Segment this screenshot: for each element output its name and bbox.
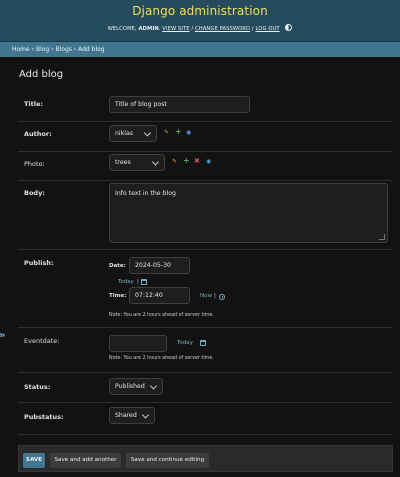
separator: / bbox=[251, 26, 254, 32]
pencil-icon[interactable]: ✎ bbox=[164, 129, 169, 136]
nav-sidebar-toggle[interactable]: » bbox=[0, 330, 5, 341]
status-select[interactable]: Published bbox=[109, 378, 163, 395]
resize-handle[interactable] bbox=[379, 234, 385, 240]
save-and-add-another-button[interactable]: Save and add another bbox=[50, 453, 121, 468]
eye-icon[interactable]: ◉ bbox=[186, 129, 191, 136]
eye-icon[interactable]: ◉ bbox=[206, 158, 211, 165]
log-out-link[interactable]: LOG OUT bbox=[255, 26, 279, 32]
clock-icon[interactable] bbox=[219, 294, 225, 300]
form-row-photo: Photo: trees ✎ + ✖ ◉ bbox=[18, 151, 393, 181]
user-tools: WELCOME, ADMIN. VIEW SITE / CHANGE PASSW… bbox=[0, 24, 400, 32]
status-label: Status: bbox=[24, 383, 51, 391]
submit-row: SAVE Save and add another Save and conti… bbox=[18, 445, 393, 472]
separator: / bbox=[191, 26, 194, 32]
body-textarea[interactable]: Info text in the blog bbox=[109, 183, 388, 243]
plus-icon[interactable]: + bbox=[183, 156, 190, 165]
cross-icon[interactable]: ✖ bbox=[194, 157, 200, 165]
welcome-text: WELCOME, bbox=[107, 26, 137, 32]
eventdate-help-text: Note: You are 2 hours ahead of server ti… bbox=[109, 356, 214, 361]
breadcrumb-separator: › bbox=[51, 46, 54, 53]
form-row-title: Title: Title of blog post bbox=[18, 87, 393, 122]
photo-select[interactable]: trees bbox=[109, 154, 165, 171]
separator: | bbox=[137, 279, 139, 285]
publish-help-text: Note: You are 2 hours ahead of server ti… bbox=[109, 313, 214, 318]
username: ADMIN bbox=[138, 26, 159, 32]
breadcrumb-separator: › bbox=[73, 46, 77, 53]
publish-time-input[interactable]: 07:12:40 bbox=[129, 287, 190, 304]
publish-date-input[interactable]: 2024-05-30 bbox=[129, 257, 190, 274]
today-link[interactable]: Today bbox=[118, 279, 134, 285]
eventdate-input[interactable] bbox=[109, 335, 167, 352]
form-row-publish: Publish: Date: 2024-05-30 Today | Time: … bbox=[18, 249, 393, 328]
now-link[interactable]: Now bbox=[200, 293, 212, 299]
breadcrumb-app[interactable]: Blog bbox=[36, 46, 49, 53]
title-input[interactable]: Title of blog post bbox=[109, 96, 250, 113]
calendar-icon[interactable] bbox=[200, 340, 206, 346]
photo-label: Photo: bbox=[24, 160, 45, 168]
save-and-continue-button[interactable]: Save and continue editing bbox=[126, 453, 209, 468]
form-row-pubstatus: Pubstatus: Shared bbox=[18, 402, 393, 435]
breadcrumb: Home › Blog › Blogs › Add blog bbox=[0, 42, 400, 57]
author-select[interactable]: niklas bbox=[109, 125, 157, 142]
breadcrumb-current: Add blog bbox=[78, 46, 105, 53]
eventdate-label: Eventdate: bbox=[24, 337, 60, 345]
plus-icon[interactable]: + bbox=[175, 127, 182, 136]
calendar-icon[interactable] bbox=[141, 279, 147, 285]
site-header: Django administration WELCOME, ADMIN. VI… bbox=[0, 0, 400, 42]
separator: | bbox=[214, 293, 216, 299]
form-row-status: Status: Published bbox=[18, 372, 393, 403]
pubstatus-label: Pubstatus: bbox=[24, 413, 64, 421]
theme-toggle-icon[interactable] bbox=[285, 24, 293, 31]
author-label: Author: bbox=[24, 130, 52, 138]
body-label: Body: bbox=[24, 189, 45, 197]
pencil-icon[interactable]: ✎ bbox=[172, 158, 177, 165]
save-button[interactable]: SAVE bbox=[23, 453, 45, 468]
publish-label: Publish: bbox=[24, 259, 54, 267]
pubstatus-select[interactable]: Shared bbox=[109, 407, 155, 424]
page-title: Add blog bbox=[19, 69, 64, 80]
today-link[interactable]: Today bbox=[177, 340, 193, 346]
breadcrumb-separator: › bbox=[31, 46, 35, 53]
time-label: Time: bbox=[109, 293, 127, 299]
title-label: Title: bbox=[24, 100, 44, 108]
site-title[interactable]: Django administration bbox=[0, 4, 400, 18]
breadcrumb-model[interactable]: Blogs bbox=[55, 46, 71, 53]
form-row-eventdate: Eventdate: Today Note: You are 2 hours a… bbox=[18, 327, 393, 373]
form-row-body: Body: Info text in the blog bbox=[18, 180, 393, 250]
body-text: Info text in the blog bbox=[115, 190, 176, 197]
form-row-author: Author: niklas ✎ + ◉ bbox=[18, 121, 393, 152]
view-site-link[interactable]: VIEW SITE bbox=[162, 26, 189, 32]
date-label: Date: bbox=[109, 263, 126, 269]
breadcrumb-home[interactable]: Home bbox=[12, 46, 30, 53]
change-password-link[interactable]: CHANGE PASSWORD bbox=[195, 26, 250, 32]
